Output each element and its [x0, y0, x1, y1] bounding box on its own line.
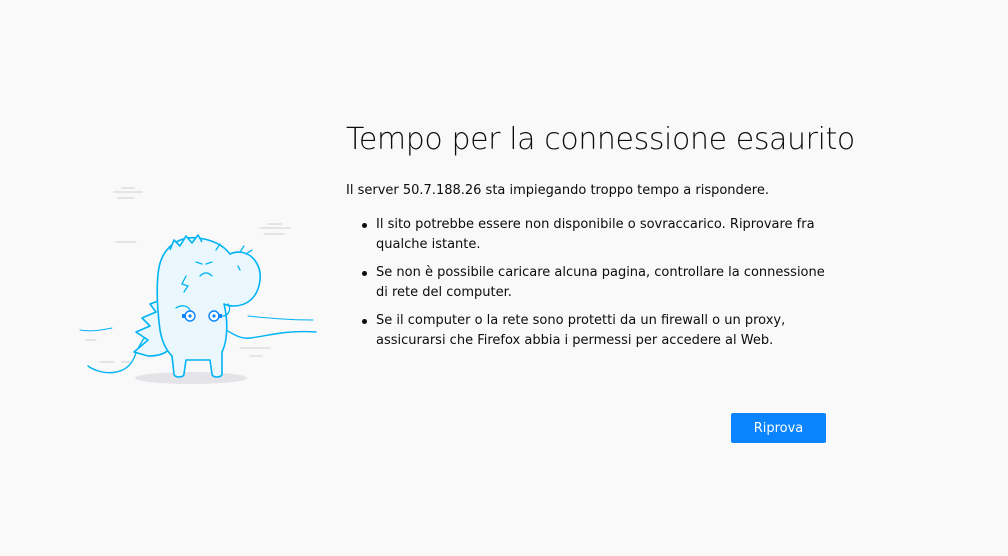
bullet-icon	[362, 223, 367, 228]
unplugged-dinosaur-icon	[79, 187, 317, 384]
retry-button[interactable]: Riprova	[731, 413, 826, 443]
bullet-icon	[362, 319, 367, 324]
list-item: Il sito potrebbe essere non disponibile …	[346, 215, 831, 255]
page-title: Tempo per la connessione esaurito	[346, 122, 855, 157]
reason-text: Se non è possibile caricare alcuna pagin…	[376, 265, 825, 300]
reason-list: Il sito potrebbe essere non disponibile …	[346, 215, 836, 351]
error-description: Il server 50.7.188.26 sta impiegando tro…	[346, 183, 769, 198]
list-item: Se il computer o la rete sono protetti d…	[346, 311, 831, 351]
error-page: Tempo per la connessione esaurito Il ser…	[0, 0, 1008, 556]
list-item: Se non è possibile caricare alcuna pagin…	[346, 263, 831, 303]
reason-text: Se il computer o la rete sono protetti d…	[376, 313, 786, 348]
reason-text: Il sito potrebbe essere non disponibile …	[376, 217, 815, 252]
error-content: Tempo per la connessione esaurito Il ser…	[346, 122, 855, 359]
bullet-icon	[362, 271, 367, 276]
